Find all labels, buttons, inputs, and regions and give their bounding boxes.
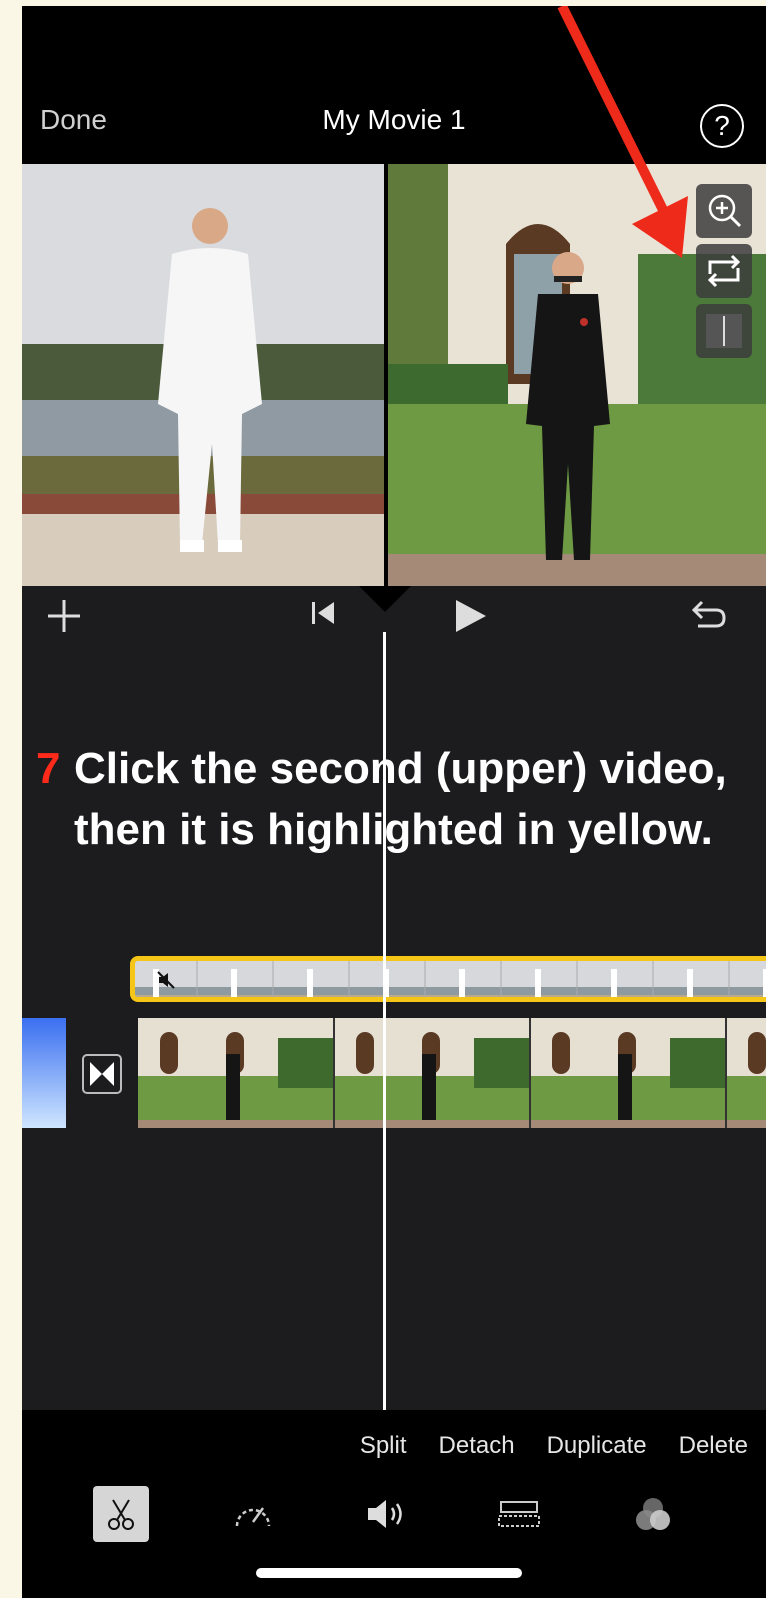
frame-strip [135, 961, 766, 997]
transition-button[interactable] [82, 1054, 122, 1094]
titles-icon [498, 1501, 540, 1527]
upper-clip-frames [135, 961, 766, 997]
instruction-text: 7 Click the second (upper) video, then it… [36, 738, 727, 860]
titles-button[interactable] [491, 1486, 547, 1542]
skip-back-icon[interactable] [310, 598, 338, 628]
lower-video-clip[interactable] [138, 1018, 766, 1128]
instruction-line-2: then it is highlighted in yellow. [74, 805, 713, 854]
mute-icon [157, 971, 175, 989]
blue-clip[interactable] [22, 1018, 66, 1128]
scissors-button[interactable] [93, 1486, 149, 1542]
speed-icon [235, 1507, 271, 1527]
split-screen-button[interactable] [696, 304, 752, 358]
upper-video-clip[interactable] [130, 956, 766, 1002]
detach-button[interactable]: Detach [439, 1432, 515, 1460]
split-button[interactable]: Split [360, 1432, 407, 1460]
undo-icon[interactable] [688, 596, 728, 636]
timeline: 7 Click the second (upper) video, then it… [22, 646, 766, 1416]
step-number: 7 [36, 744, 61, 793]
playhead[interactable] [383, 632, 386, 1416]
filters-icon [636, 1498, 670, 1530]
phone-screen: Done My Movie 1 ? 7 Click the second (up… [22, 6, 766, 1598]
lower-clip-frames [138, 1018, 766, 1128]
delete-button[interactable]: Delete [679, 1432, 748, 1460]
split-screen-icon [706, 314, 742, 348]
play-icon[interactable] [452, 596, 490, 636]
volume-button[interactable] [358, 1486, 414, 1542]
annotation-arrow [557, 6, 688, 258]
plus-icon[interactable] [46, 598, 82, 634]
transition-icon [90, 1062, 114, 1086]
speed-button[interactable] [225, 1486, 281, 1542]
instruction-line-1: Click the second (upper) video, [74, 744, 727, 793]
scissors-icon [108, 1499, 134, 1530]
filters-button[interactable] [625, 1486, 681, 1542]
home-indicator [256, 1568, 522, 1578]
inspector-toolbar [22, 1480, 766, 1550]
playhead-notch [359, 586, 411, 612]
volume-icon [368, 1500, 402, 1528]
duplicate-button[interactable]: Duplicate [547, 1432, 647, 1460]
